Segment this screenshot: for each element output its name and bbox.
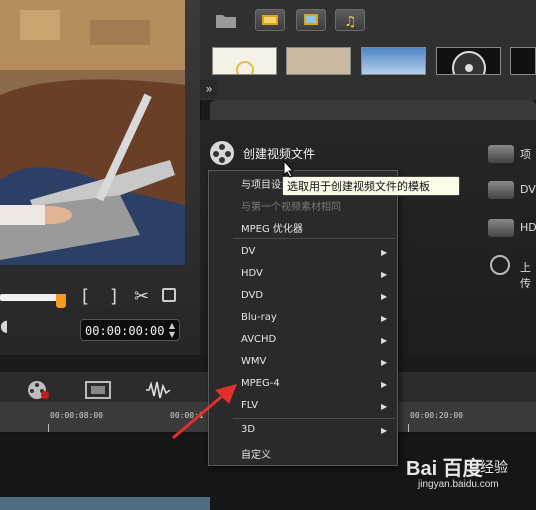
movie-reel-record-icon[interactable] bbox=[26, 379, 52, 401]
menu-item-same-as-first-clip: 与第一个视频素材相同 bbox=[241, 202, 341, 213]
library-thumbnail[interactable] bbox=[436, 47, 501, 85]
baidu-jingyan-label: 经验 bbox=[480, 460, 508, 476]
submenu-arrow-icon: ▶ bbox=[381, 336, 388, 345]
mark-out-button[interactable]: ] bbox=[110, 286, 117, 307]
mouse-cursor-icon bbox=[283, 160, 295, 178]
timecode-stepper[interactable]: ▲ ▼ bbox=[166, 321, 178, 339]
tooltip: 选取用于创建视频文件的模板 bbox=[282, 176, 460, 196]
library-thumbnail[interactable] bbox=[286, 47, 351, 75]
menu-item-mpeg-optimizer[interactable]: MPEG 优化器 bbox=[241, 220, 303, 235]
menu-item-dv[interactable]: DV bbox=[241, 246, 255, 257]
submenu-arrow-icon: ▶ bbox=[381, 292, 388, 301]
dv-camera-icon[interactable] bbox=[488, 181, 514, 199]
disc-icon bbox=[452, 51, 486, 85]
menu-separator bbox=[233, 418, 395, 419]
video-filter-button[interactable] bbox=[255, 9, 285, 31]
baidu-url: jingyan.baidu.com bbox=[418, 479, 499, 490]
side-item-upload[interactable]: 上传 bbox=[520, 259, 536, 291]
music-note-icon: ♫ bbox=[344, 14, 357, 30]
menu-item-mpeg-4[interactable]: MPEG-4 bbox=[241, 378, 280, 389]
submenu-arrow-icon: ▶ bbox=[381, 380, 388, 389]
filmstrip-timeline-icon[interactable] bbox=[85, 380, 111, 400]
menu-item-hdv[interactable]: HDV bbox=[241, 268, 263, 279]
photo-filter-button[interactable] bbox=[296, 9, 326, 31]
timecode-field[interactable]: 00:00:00:00 bbox=[80, 319, 180, 341]
stepper-down-icon[interactable]: ▼ bbox=[166, 330, 178, 339]
submenu-arrow-icon: ▶ bbox=[381, 270, 388, 279]
menu-item-wmv[interactable]: WMV bbox=[241, 356, 266, 367]
menu-separator bbox=[233, 238, 395, 239]
folder-icon[interactable] bbox=[215, 11, 237, 29]
globe-icon[interactable] bbox=[490, 255, 510, 275]
submenu-arrow-icon: ▶ bbox=[381, 426, 388, 435]
photo-icon bbox=[304, 14, 318, 25]
hdv-camera-icon[interactable] bbox=[488, 219, 514, 237]
submenu-arrow-icon: ▶ bbox=[381, 314, 388, 323]
mark-in-button[interactable]: [ bbox=[82, 286, 89, 307]
menu-item-blu-ray[interactable]: Blu-ray bbox=[241, 312, 277, 323]
film-reel-icon[interactable] bbox=[210, 141, 234, 165]
ruler-tick bbox=[408, 424, 409, 432]
audio-filter-button[interactable]: ♫ bbox=[335, 9, 365, 31]
scrub-bar[interactable] bbox=[0, 294, 62, 301]
baidu-logo: Bai 百度 bbox=[406, 458, 483, 480]
submenu-arrow-icon: ▶ bbox=[381, 248, 388, 257]
film-reel-holes bbox=[213, 144, 231, 163]
volume-icon[interactable]: ◖ bbox=[0, 316, 8, 335]
timeline-clip[interactable] bbox=[0, 497, 210, 510]
split-clip-icon[interactable]: ✂ bbox=[134, 286, 149, 307]
submenu-arrow-icon: ▶ bbox=[381, 358, 388, 367]
ruler-tick-label: 00:00:20:00 bbox=[410, 411, 463, 420]
ruler-tick-label: 00:00:08:00 bbox=[50, 411, 103, 420]
library-thumbnail[interactable] bbox=[361, 47, 426, 75]
library-thumbnail[interactable] bbox=[212, 47, 277, 79]
video-preview[interactable] bbox=[0, 0, 185, 265]
side-item-hdv[interactable]: HDV bbox=[520, 221, 536, 234]
side-item-project[interactable]: 项 bbox=[520, 146, 531, 162]
project-icon[interactable] bbox=[488, 145, 514, 163]
video-preview-image bbox=[0, 0, 185, 265]
ruler-tick bbox=[48, 424, 49, 432]
library-thumbnail[interactable] bbox=[510, 47, 536, 75]
side-item-dv[interactable]: DV bbox=[520, 183, 536, 196]
menu-item-custom[interactable]: 自定义 bbox=[241, 446, 271, 461]
submenu-arrow-icon: ▶ bbox=[381, 402, 388, 411]
menu-item-avchd[interactable]: AVCHD bbox=[241, 334, 276, 345]
stepper-up-icon[interactable]: ▲ bbox=[166, 321, 178, 330]
annotation-arrow-icon bbox=[172, 384, 237, 440]
scrub-handle[interactable] bbox=[56, 294, 66, 308]
sun-thumbnail-icon bbox=[236, 61, 254, 79]
collapse-panel-button[interactable]: » bbox=[200, 80, 218, 98]
filmstrip-icon bbox=[262, 15, 278, 25]
enlarge-icon[interactable] bbox=[162, 288, 176, 302]
svg-text:♫: ♫ bbox=[344, 14, 357, 30]
menu-item-dvd[interactable]: DVD bbox=[241, 290, 263, 301]
library-tab-strip bbox=[210, 100, 536, 120]
create-video-file-button[interactable]: 创建视频文件 bbox=[243, 145, 315, 162]
